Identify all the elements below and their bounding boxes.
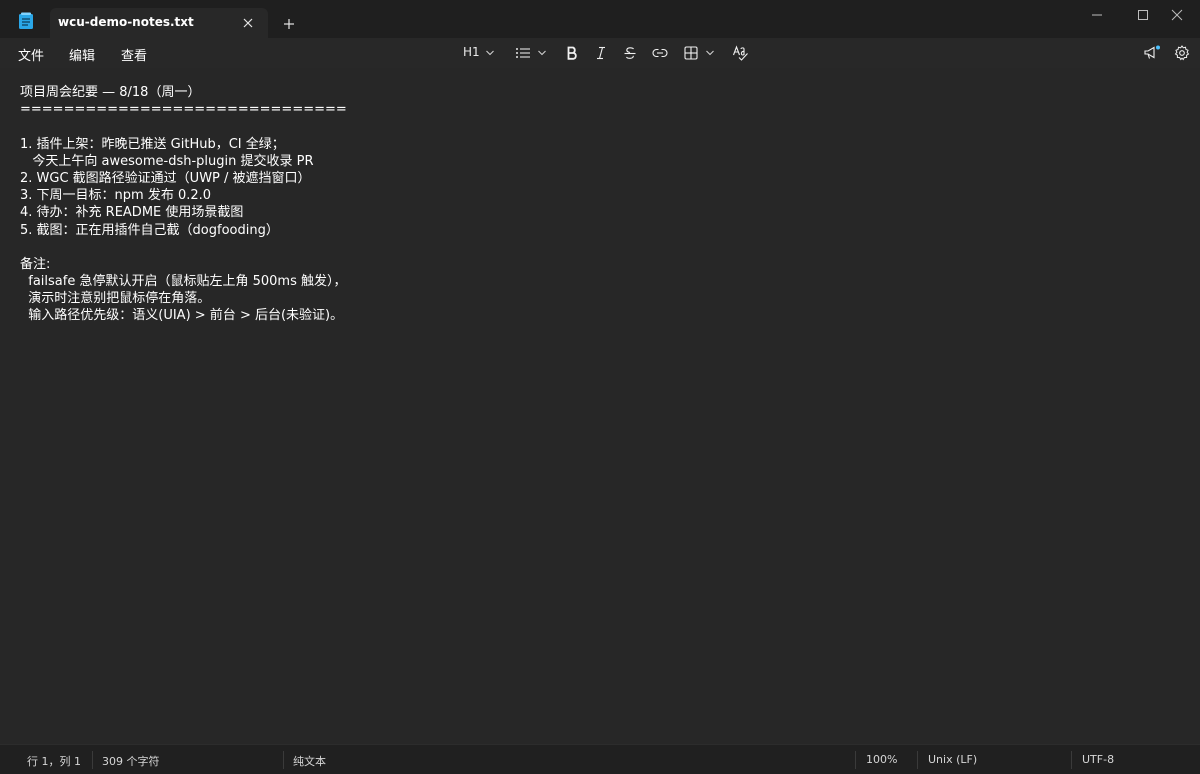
text-line: 4. 待办：补充 README 使用场景截图 bbox=[20, 205, 244, 221]
spell-check-icon bbox=[732, 45, 748, 61]
character-count: 309 个字符 bbox=[102, 755, 160, 768]
table-icon bbox=[684, 46, 698, 60]
text-line bbox=[20, 118, 1180, 135]
heading-dropdown[interactable]: H1 bbox=[460, 42, 498, 64]
insert-link-button[interactable] bbox=[649, 42, 671, 64]
menu-bar: 文件 编辑 查看 H1 bbox=[0, 38, 1200, 68]
text-line: 输入路径优先级：语义(UIA) > 前台 > 后台(未验证)。 bbox=[20, 308, 344, 324]
minimize-button[interactable] bbox=[1074, 0, 1120, 30]
text-line: 5. 截图：正在用插件自己截（dogfooding） bbox=[20, 222, 279, 238]
plus-icon bbox=[284, 19, 294, 29]
status-divider bbox=[92, 751, 93, 769]
bold-icon bbox=[567, 46, 577, 60]
menu-edit[interactable]: 编辑 bbox=[69, 45, 95, 64]
zoom-level[interactable]: 100% bbox=[866, 753, 897, 766]
text-line: 2. WGC 截图路径验证通过（UWP / 被遮挡窗口） bbox=[20, 170, 311, 186]
line-ending[interactable]: Unix (LF) bbox=[928, 753, 977, 766]
bulleted-list-icon bbox=[516, 48, 530, 58]
new-tab-button[interactable] bbox=[278, 13, 300, 35]
text-line: 备注: bbox=[20, 256, 51, 272]
close-window-button[interactable] bbox=[1154, 0, 1200, 30]
italic-icon bbox=[597, 46, 605, 60]
title-bar: wcu-demo-notes.txt bbox=[0, 0, 1200, 38]
bold-button[interactable] bbox=[562, 42, 582, 64]
menu-view[interactable]: 查看 bbox=[121, 45, 147, 64]
gear-icon bbox=[1174, 45, 1190, 61]
status-divider bbox=[1071, 751, 1072, 769]
strikethrough-button[interactable] bbox=[620, 42, 640, 64]
list-dropdown[interactable] bbox=[512, 42, 550, 64]
menu-file[interactable]: 文件 bbox=[18, 45, 44, 64]
tab-title: wcu-demo-notes.txt bbox=[58, 15, 194, 29]
text-line: ============================== bbox=[20, 102, 347, 118]
spell-check-button[interactable] bbox=[730, 42, 752, 64]
text-line: 项目周会纪要 — 8/18（周一） bbox=[20, 85, 201, 100]
megaphone-icon bbox=[1144, 45, 1160, 59]
text-line bbox=[20, 239, 1180, 256]
status-bar: 行 1，列 1 309 个字符 纯文本 100% Unix (LF) UTF-8 bbox=[0, 744, 1200, 774]
italic-button[interactable] bbox=[591, 42, 611, 64]
chevron-down-icon bbox=[538, 50, 546, 56]
text-line: 3. 下周一目标：npm 发布 0.2.0 bbox=[20, 188, 212, 204]
minimize-icon bbox=[1092, 14, 1102, 16]
status-divider bbox=[855, 751, 856, 769]
document-format[interactable]: 纯文本 bbox=[293, 753, 326, 769]
text-line: 1. 插件上架：昨晚已推送 GitHub，CI 全绿； bbox=[20, 136, 285, 152]
vertical-scrollbar[interactable] bbox=[1194, 68, 1200, 744]
cursor-position[interactable]: 行 1，列 1 bbox=[27, 753, 81, 769]
heading-label: H1 bbox=[463, 45, 480, 59]
tab-wcu-demo-notes[interactable]: wcu-demo-notes.txt bbox=[50, 8, 268, 38]
text-line: failsafe 急停默认开启（鼠标贴左上角 500ms 触发）， bbox=[20, 274, 347, 290]
status-divider bbox=[917, 751, 918, 769]
chevron-down-icon bbox=[706, 50, 714, 56]
text-editor[interactable]: 项目周会纪要 — 8/18（周一） =======================… bbox=[0, 68, 1200, 744]
document-text[interactable]: 项目周会纪要 — 8/18（周一） =======================… bbox=[20, 84, 1180, 325]
notepad-icon bbox=[18, 12, 34, 30]
settings-button[interactable] bbox=[1172, 42, 1194, 64]
table-dropdown[interactable] bbox=[682, 42, 720, 64]
close-icon bbox=[243, 18, 253, 28]
encoding[interactable]: UTF-8 bbox=[1082, 753, 1114, 766]
whats-new-button[interactable] bbox=[1141, 42, 1163, 64]
status-divider bbox=[283, 751, 284, 769]
text-line: 演示时注意别把鼠标停在角落。 bbox=[20, 291, 211, 307]
link-icon bbox=[652, 48, 668, 58]
close-tab-button[interactable] bbox=[238, 13, 258, 33]
strikethrough-icon bbox=[624, 47, 636, 59]
chevron-down-icon bbox=[486, 50, 494, 56]
maximize-icon bbox=[1138, 10, 1148, 20]
text-line: 今天上午向 awesome-dsh-plugin 提交收录 PR bbox=[20, 153, 314, 169]
close-icon bbox=[1171, 9, 1183, 21]
